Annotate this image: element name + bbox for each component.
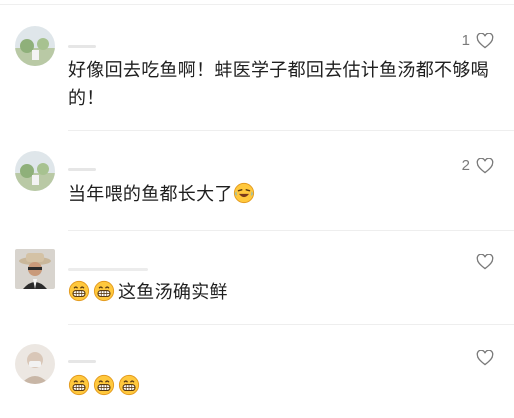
- grinning-emoji: [118, 374, 140, 396]
- person-avatar-icon[interactable]: [15, 344, 55, 384]
- top-divider: [0, 4, 514, 5]
- cowboy-hat-avatar-icon[interactable]: [15, 249, 55, 289]
- heart-icon[interactable]: [476, 157, 494, 174]
- comment-divider: [68, 324, 514, 325]
- landscape-avatar-icon[interactable]: [15, 26, 55, 66]
- username[interactable]: [68, 168, 96, 171]
- like-control[interactable]: [470, 254, 494, 270]
- username[interactable]: [68, 268, 148, 271]
- heart-icon[interactable]: [476, 350, 494, 366]
- comment-divider: [68, 230, 514, 231]
- username[interactable]: [68, 45, 96, 48]
- comment-text: 好像回去吃鱼啊！蚌医学子都回去估计鱼汤都不够喝的！: [68, 57, 498, 113]
- like-count: 1: [461, 32, 470, 49]
- grinning-emoji: [93, 280, 115, 302]
- landscape-avatar-icon[interactable]: [15, 151, 55, 191]
- like-control[interactable]: 2: [462, 157, 494, 174]
- grinning-emoji: [68, 280, 90, 302]
- comment-text: [68, 373, 498, 401]
- comment-text-content: 好像回去吃鱼啊！蚌医学子都回去估计鱼汤都不够喝的！: [68, 60, 489, 109]
- heart-icon[interactable]: [476, 254, 494, 270]
- comment-text-content: 这鱼汤确实鲜: [118, 282, 228, 303]
- like-control[interactable]: [470, 350, 494, 366]
- like-control[interactable]: 1: [462, 32, 494, 49]
- comment-text-content: 当年喂的鱼都长大了: [68, 184, 233, 205]
- laughing-crying-emoji: [233, 182, 255, 204]
- comment-divider: [68, 130, 514, 131]
- like-count: 2: [461, 157, 470, 174]
- username[interactable]: [68, 360, 96, 363]
- comment-text: 这鱼汤确实鲜: [68, 279, 498, 307]
- comment-text: 当年喂的鱼都长大了: [68, 181, 498, 209]
- grinning-emoji: [68, 374, 90, 396]
- grinning-emoji: [93, 374, 115, 396]
- heart-icon[interactable]: [476, 32, 494, 49]
